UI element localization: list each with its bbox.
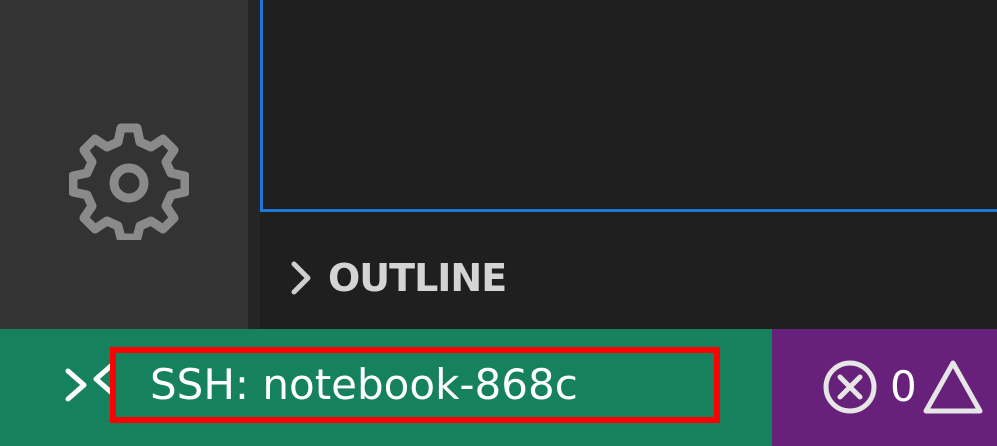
warning-icon — [922, 357, 984, 417]
problems-indicator[interactable]: 0 — [772, 329, 997, 446]
error-count: 0 — [890, 362, 917, 411]
outline-title: OUTLINE — [328, 256, 507, 300]
error-circle-icon — [820, 357, 880, 417]
sidebar-divider — [248, 0, 260, 329]
remote-icon — [56, 355, 118, 417]
chevron-right-icon — [288, 248, 328, 308]
focused-panel[interactable] — [260, 0, 997, 212]
outline-header[interactable]: OUTLINE — [288, 248, 507, 308]
gear-icon — [69, 123, 189, 240]
remote-label: SSH: notebook-868c — [110, 347, 720, 423]
vscode-window: OUTLINE SSH: notebook-868c 0 — [0, 0, 997, 446]
activity-bar — [0, 0, 248, 329]
outline-section: OUTLINE — [260, 212, 997, 329]
manage-button[interactable] — [54, 120, 204, 240]
remote-indicator[interactable]: SSH: notebook-868c — [0, 329, 772, 446]
status-bar: SSH: notebook-868c 0 — [0, 329, 997, 446]
